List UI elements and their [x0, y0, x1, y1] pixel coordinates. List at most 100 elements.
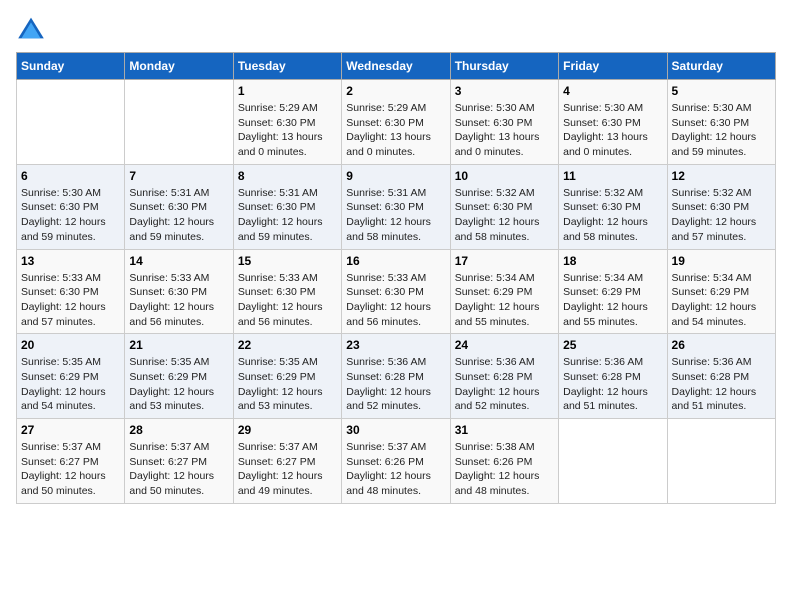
day-info: Sunrise: 5:31 AM Sunset: 6:30 PM Dayligh…	[346, 186, 445, 245]
day-number: 2	[346, 84, 445, 98]
calendar-cell: 30 Sunrise: 5:37 AM Sunset: 6:26 PM Dayli…	[342, 419, 450, 504]
day-info: Sunrise: 5:30 AM Sunset: 6:30 PM Dayligh…	[563, 101, 662, 160]
calendar-cell: 29 Sunrise: 5:37 AM Sunset: 6:27 PM Dayli…	[233, 419, 341, 504]
calendar-cell: 18 Sunrise: 5:34 AM Sunset: 6:29 PM Dayli…	[559, 249, 667, 334]
day-info: Sunrise: 5:34 AM Sunset: 6:29 PM Dayligh…	[563, 271, 662, 330]
calendar-cell: 3 Sunrise: 5:30 AM Sunset: 6:30 PM Daylig…	[450, 80, 558, 165]
day-number: 18	[563, 254, 662, 268]
day-number: 1	[238, 84, 337, 98]
column-header-thursday: Thursday	[450, 53, 558, 80]
day-info: Sunrise: 5:30 AM Sunset: 6:30 PM Dayligh…	[672, 101, 771, 160]
calendar-cell	[125, 80, 233, 165]
column-header-friday: Friday	[559, 53, 667, 80]
day-number: 3	[455, 84, 554, 98]
calendar-cell: 19 Sunrise: 5:34 AM Sunset: 6:29 PM Dayli…	[667, 249, 775, 334]
column-header-sunday: Sunday	[17, 53, 125, 80]
calendar-cell: 5 Sunrise: 5:30 AM Sunset: 6:30 PM Daylig…	[667, 80, 775, 165]
day-info: Sunrise: 5:35 AM Sunset: 6:29 PM Dayligh…	[21, 355, 120, 414]
day-number: 21	[129, 338, 228, 352]
day-number: 30	[346, 423, 445, 437]
day-number: 27	[21, 423, 120, 437]
column-header-tuesday: Tuesday	[233, 53, 341, 80]
day-info: Sunrise: 5:30 AM Sunset: 6:30 PM Dayligh…	[21, 186, 120, 245]
calendar-cell: 10 Sunrise: 5:32 AM Sunset: 6:30 PM Dayli…	[450, 164, 558, 249]
day-number: 4	[563, 84, 662, 98]
day-info: Sunrise: 5:29 AM Sunset: 6:30 PM Dayligh…	[346, 101, 445, 160]
day-info: Sunrise: 5:33 AM Sunset: 6:30 PM Dayligh…	[21, 271, 120, 330]
day-number: 26	[672, 338, 771, 352]
calendar-cell	[667, 419, 775, 504]
day-info: Sunrise: 5:33 AM Sunset: 6:30 PM Dayligh…	[238, 271, 337, 330]
day-number: 8	[238, 169, 337, 183]
day-number: 24	[455, 338, 554, 352]
day-number: 6	[21, 169, 120, 183]
day-info: Sunrise: 5:31 AM Sunset: 6:30 PM Dayligh…	[129, 186, 228, 245]
day-number: 16	[346, 254, 445, 268]
day-info: Sunrise: 5:33 AM Sunset: 6:30 PM Dayligh…	[129, 271, 228, 330]
day-number: 25	[563, 338, 662, 352]
calendar-cell: 22Sunrise: 5:35 AM Sunset: 6:29 PM Dayli…	[233, 334, 341, 419]
calendar-cell: 13 Sunrise: 5:33 AM Sunset: 6:30 PM Dayli…	[17, 249, 125, 334]
calendar-cell: 21 Sunrise: 5:35 AM Sunset: 6:29 PM Dayli…	[125, 334, 233, 419]
calendar-cell: 8 Sunrise: 5:31 AM Sunset: 6:30 PM Daylig…	[233, 164, 341, 249]
day-info: Sunrise: 5:37 AM Sunset: 6:27 PM Dayligh…	[129, 440, 228, 499]
day-info: Sunrise: 5:29 AM Sunset: 6:30 PM Dayligh…	[238, 101, 337, 160]
calendar-cell: 31Sunrise: 5:38 AM Sunset: 6:26 PM Dayli…	[450, 419, 558, 504]
calendar-cell: 20 Sunrise: 5:35 AM Sunset: 6:29 PM Dayli…	[17, 334, 125, 419]
calendar-cell: 6 Sunrise: 5:30 AM Sunset: 6:30 PM Daylig…	[17, 164, 125, 249]
day-number: 17	[455, 254, 554, 268]
column-header-wednesday: Wednesday	[342, 53, 450, 80]
calendar-cell	[559, 419, 667, 504]
logo-icon	[16, 16, 46, 40]
day-number: 15	[238, 254, 337, 268]
day-info: Sunrise: 5:32 AM Sunset: 6:30 PM Dayligh…	[455, 186, 554, 245]
day-info: Sunrise: 5:36 AM Sunset: 6:28 PM Dayligh…	[563, 355, 662, 414]
calendar-cell	[17, 80, 125, 165]
day-info: Sunrise: 5:34 AM Sunset: 6:29 PM Dayligh…	[672, 271, 771, 330]
calendar-cell: 4 Sunrise: 5:30 AM Sunset: 6:30 PM Daylig…	[559, 80, 667, 165]
calendar-cell: 11 Sunrise: 5:32 AM Sunset: 6:30 PM Dayli…	[559, 164, 667, 249]
calendar-cell: 23 Sunrise: 5:36 AM Sunset: 6:28 PM Dayli…	[342, 334, 450, 419]
page-header	[16, 16, 776, 40]
calendar-cell: 15 Sunrise: 5:33 AM Sunset: 6:30 PM Dayli…	[233, 249, 341, 334]
day-info: Sunrise: 5:32 AM Sunset: 6:30 PM Dayligh…	[563, 186, 662, 245]
calendar-cell: 25 Sunrise: 5:36 AM Sunset: 6:28 PM Dayli…	[559, 334, 667, 419]
day-number: 11	[563, 169, 662, 183]
day-info: Sunrise: 5:35 AM Sunset: 6:29 PM Dayligh…	[129, 355, 228, 414]
calendar-cell: 16 Sunrise: 5:33 AM Sunset: 6:30 PM Dayli…	[342, 249, 450, 334]
day-info: Sunrise: 5:34 AM Sunset: 6:29 PM Dayligh…	[455, 271, 554, 330]
day-info: Sunrise: 5:37 AM Sunset: 6:27 PM Dayligh…	[238, 440, 337, 499]
day-info: Sunrise: 5:30 AM Sunset: 6:30 PM Dayligh…	[455, 101, 554, 160]
day-info: Sunrise: 5:31 AM Sunset: 6:30 PM Dayligh…	[238, 186, 337, 245]
calendar-cell: 27Sunrise: 5:37 AM Sunset: 6:27 PM Dayli…	[17, 419, 125, 504]
calendar-table: SundayMondayTuesdayWednesdayThursdayFrid…	[16, 52, 776, 504]
day-info: Sunrise: 5:36 AM Sunset: 6:28 PM Dayligh…	[455, 355, 554, 414]
day-number: 14	[129, 254, 228, 268]
calendar-cell: 17 Sunrise: 5:34 AM Sunset: 6:29 PM Dayli…	[450, 249, 558, 334]
day-number: 9	[346, 169, 445, 183]
day-number: 13	[21, 254, 120, 268]
calendar-cell: 7 Sunrise: 5:31 AM Sunset: 6:30 PM Daylig…	[125, 164, 233, 249]
day-number: 12	[672, 169, 771, 183]
day-info: Sunrise: 5:33 AM Sunset: 6:30 PM Dayligh…	[346, 271, 445, 330]
calendar-cell: 26 Sunrise: 5:36 AM Sunset: 6:28 PM Dayli…	[667, 334, 775, 419]
day-info: Sunrise: 5:35 AM Sunset: 6:29 PM Dayligh…	[238, 355, 337, 414]
day-info: Sunrise: 5:36 AM Sunset: 6:28 PM Dayligh…	[346, 355, 445, 414]
day-number: 29	[238, 423, 337, 437]
day-number: 31	[455, 423, 554, 437]
day-number: 23	[346, 338, 445, 352]
logo	[16, 16, 50, 40]
day-number: 20	[21, 338, 120, 352]
day-number: 10	[455, 169, 554, 183]
calendar-cell: 1 Sunrise: 5:29 AM Sunset: 6:30 PM Daylig…	[233, 80, 341, 165]
day-info: Sunrise: 5:37 AM Sunset: 6:26 PM Dayligh…	[346, 440, 445, 499]
calendar-cell: 12Sunrise: 5:32 AM Sunset: 6:30 PM Dayli…	[667, 164, 775, 249]
calendar-cell: 2 Sunrise: 5:29 AM Sunset: 6:30 PM Daylig…	[342, 80, 450, 165]
day-number: 7	[129, 169, 228, 183]
day-number: 28	[129, 423, 228, 437]
day-number: 5	[672, 84, 771, 98]
day-number: 19	[672, 254, 771, 268]
calendar-cell: 24 Sunrise: 5:36 AM Sunset: 6:28 PM Dayli…	[450, 334, 558, 419]
day-info: Sunrise: 5:36 AM Sunset: 6:28 PM Dayligh…	[672, 355, 771, 414]
column-header-saturday: Saturday	[667, 53, 775, 80]
